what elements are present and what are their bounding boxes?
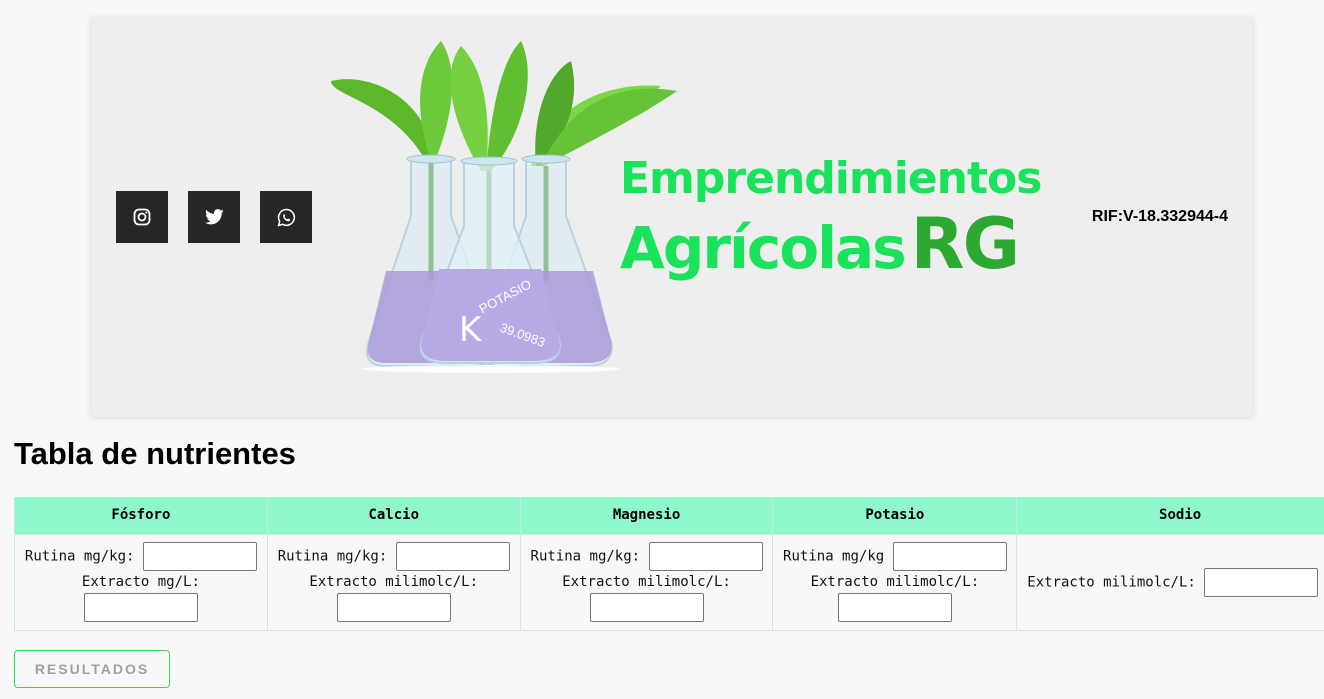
label-rutina-potasio: Rutina mg/kg [783,548,885,565]
twitter-icon [204,209,224,225]
potasio-rutina-input[interactable] [892,542,1007,571]
label-extracto-potasio: Extracto milimolc/L: [810,574,980,590]
label-rutina-fosforo: Rutina mg/kg: [24,548,135,565]
label-extracto-magnesio: Extracto milimolc/L: [562,574,731,590]
calcio-extracto-input[interactable] [336,593,451,622]
column-header-potasio: Potasio [772,497,1018,535]
label-extracto-calcio: Extracto milimolc/L: [309,574,478,590]
whatsapp-button[interactable] [260,191,312,243]
cell-calcio: Rutina mg/kg: Extracto milimolc/L: [266,534,521,631]
page-title: Tabla de nutrientes [14,436,296,471]
magnesio-rutina-input[interactable] [648,542,763,571]
resultados-button[interactable]: RESULTADOS [14,650,170,688]
cell-potasio: Rutina mg/kg Extracto milimolc/L: [772,534,1018,631]
label-rutina-magnesio: Rutina mg/kg: [530,548,641,565]
rif-text: RIF:V-18.332944-4 [1091,208,1228,225]
flask-symbol: K [459,310,483,350]
brand-line1: Emprendimientos [620,153,1042,204]
brand-line2: AgrícolasRG [620,209,1041,279]
fosforo-extracto-input[interactable] [83,593,198,622]
instagram-button[interactable] [116,191,168,243]
header-banner: POTASIO K 39.0983 Emprendimientos Agríco… [91,17,1253,417]
fosforo-rutina-input[interactable] [142,542,257,571]
twitter-button[interactable] [188,191,240,243]
label-extracto-fosforo: Extracto mg/L: [81,574,200,590]
brand-agricolas: Agrícolas [620,214,907,282]
label-extracto-sodio: Extracto milimolc/L: [1027,574,1196,590]
cell-magnesio: Rutina mg/kg: Extracto milimolc/L: [519,534,774,631]
calcio-rutina-input[interactable] [395,542,510,571]
brand-name: Emprendimientos AgrícolasRG [620,153,1042,280]
table-header-row: Fósforo Calcio Magnesio Potasio Sodio [14,497,1324,535]
column-header-fosforo: Fósforo [14,497,268,535]
column-header-magnesio: Magnesio [520,497,774,535]
label-rutina-calcio: Rutina mg/kg: [277,548,388,565]
sodio-extracto-input[interactable] [1204,567,1319,597]
leaves [331,41,677,171]
column-header-calcio: Calcio [267,497,521,535]
whatsapp-icon [277,208,295,226]
column-header-sodio: Sodio [1016,497,1324,535]
cell-sodio: Extracto milimolc/L: [1016,534,1324,631]
instagram-icon [133,208,151,226]
potasio-extracto-input[interactable] [837,593,952,622]
cell-fosforo: Rutina mg/kg: Extracto mg/L: [14,534,268,631]
brand-rg: RG [910,203,1020,285]
magnesio-extracto-input[interactable] [589,593,704,622]
table-row: Rutina mg/kg: Extracto mg/L: Rutina mg/k… [14,534,1324,631]
nutrients-table: Fósforo Calcio Magnesio Potasio Sodio Ru… [14,497,1324,631]
